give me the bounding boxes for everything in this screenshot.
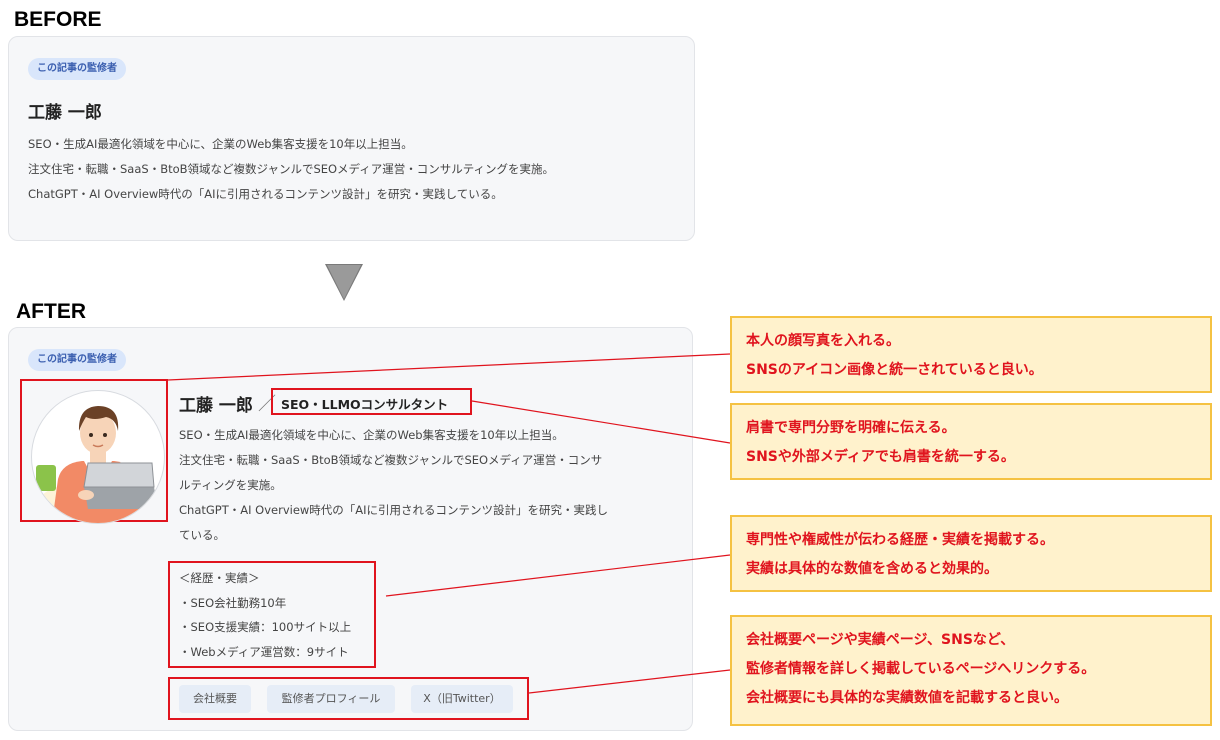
callout-career: 専門性や権威性が伝わる経歴・実績を掲載する。 実績は具体的な数値を含めると効果的… [730, 515, 1212, 592]
callout-line: 実績は具体的な数値を含めると効果的。 [746, 561, 998, 577]
description-line: ChatGPT・AI Overview時代の「AIに引用されるコンテンツ設計」を… [179, 503, 609, 517]
author-description: SEO・生成AI最適化領域を中心に、企業のWeb集客支援を10年以上担当。 注文… [179, 423, 608, 548]
callout-line: SNSや外部メディアでも肩書を統一する。 [746, 449, 1015, 465]
author-title: SEO・LLMOコンサルタント [281, 397, 449, 412]
before-label: BEFORE [14, 8, 102, 31]
career-item: ・SEO支援実績：100サイト以上 [179, 620, 352, 634]
description-line: SEO・生成AI最適化領域を中心に、企業のWeb集客支援を10年以上担当。 [28, 137, 413, 151]
description-line: SEO・生成AI最適化領域を中心に、企業のWeb集客支援を10年以上担当。 [179, 428, 564, 442]
after-label: AFTER [16, 300, 86, 323]
callout-line: 肩書で専門分野を明確に伝える。 [746, 420, 956, 436]
description-line: ChatGPT・AI Overview時代の「AIに引用されるコンテンツ設計」を… [28, 187, 503, 201]
author-name: 工藤 一郎 [179, 396, 253, 416]
company-overview-link[interactable]: 会社概要 [179, 685, 251, 713]
career-item: ・SEO会社勤務10年 [179, 595, 287, 610]
supervisor-badge: この記事の監修者 [28, 349, 126, 371]
author-description: SEO・生成AI最適化領域を中心に、企業のWeb集客支援を10年以上担当。 注文… [28, 132, 554, 207]
links-highlight: 会社概要 監修者プロフィール X（旧Twitter） [168, 677, 529, 720]
career-highlight: ＜経歴・実績＞ ・SEO会社勤務10年 ・SEO支援実績：100サイト以上 ・W… [168, 561, 376, 668]
description-line: ルティングを実施。 [179, 478, 282, 492]
callout-line: 監修者情報を詳しく掲載しているページへリンクする。 [746, 661, 1096, 677]
person-with-laptop-icon [36, 406, 158, 523]
callout-line: 専門性や権威性が伝わる経歴・実績を掲載する。 [746, 532, 1054, 548]
callout-links: 会社概要ページや実績ページ、SNSなど、 監修者情報を詳しく掲載しているページへ… [730, 615, 1212, 726]
callout-title: 肩書で専門分野を明確に伝える。 SNSや外部メディアでも肩書を統一する。 [730, 403, 1212, 480]
callout-line: 会社概要にも具体的な実績数値を記載すると良い。 [746, 690, 1068, 706]
description-line: ている。 [179, 528, 225, 542]
after-author-card: この記事の監修者 工藤 一郎 ／ SEO・LLMOコンサルタント SEO・生成A… [8, 327, 693, 731]
title-highlight: SEO・LLMOコンサルタント [271, 388, 472, 415]
supervisor-profile-link[interactable]: 監修者プロフィール [267, 685, 395, 713]
callout-line: 会社概要ページや実績ページ、SNSなど、 [746, 632, 1015, 648]
author-name: 工藤 一郎 [28, 103, 102, 123]
description-line: 注文住宅・転職・SaaS・BtoB領域など複数ジャンルでSEOメディア運営・コン… [28, 162, 555, 176]
career-heading: ＜経歴・実績＞ [179, 571, 260, 585]
avatar-highlight [20, 379, 168, 524]
callout-line: 本人の顔写真を入れる。 [746, 333, 900, 349]
callout-line: SNSのアイコン画像と統一されていると良い。 [746, 362, 1043, 378]
before-author-card: この記事の監修者 工藤 一郎 SEO・生成AI最適化領域を中心に、企業のWeb集… [8, 36, 695, 241]
x-twitter-link[interactable]: X（旧Twitter） [411, 685, 513, 713]
avatar [31, 390, 165, 524]
down-arrow-icon-fill [327, 265, 361, 299]
supervisor-badge: この記事の監修者 [28, 58, 126, 80]
description-line: 注文住宅・転職・SaaS・BtoB領域など複数ジャンルでSEOメディア運営・コン… [179, 453, 603, 467]
career-item: ・Webメディア運営数：9サイト [179, 644, 349, 659]
callout-face-photo: 本人の顔写真を入れる。 SNSのアイコン画像と統一されていると良い。 [730, 316, 1212, 393]
career-list: ＜経歴・実績＞ ・SEO会社勤務10年 ・SEO支援実績：100サイト以上 ・W… [179, 566, 351, 664]
